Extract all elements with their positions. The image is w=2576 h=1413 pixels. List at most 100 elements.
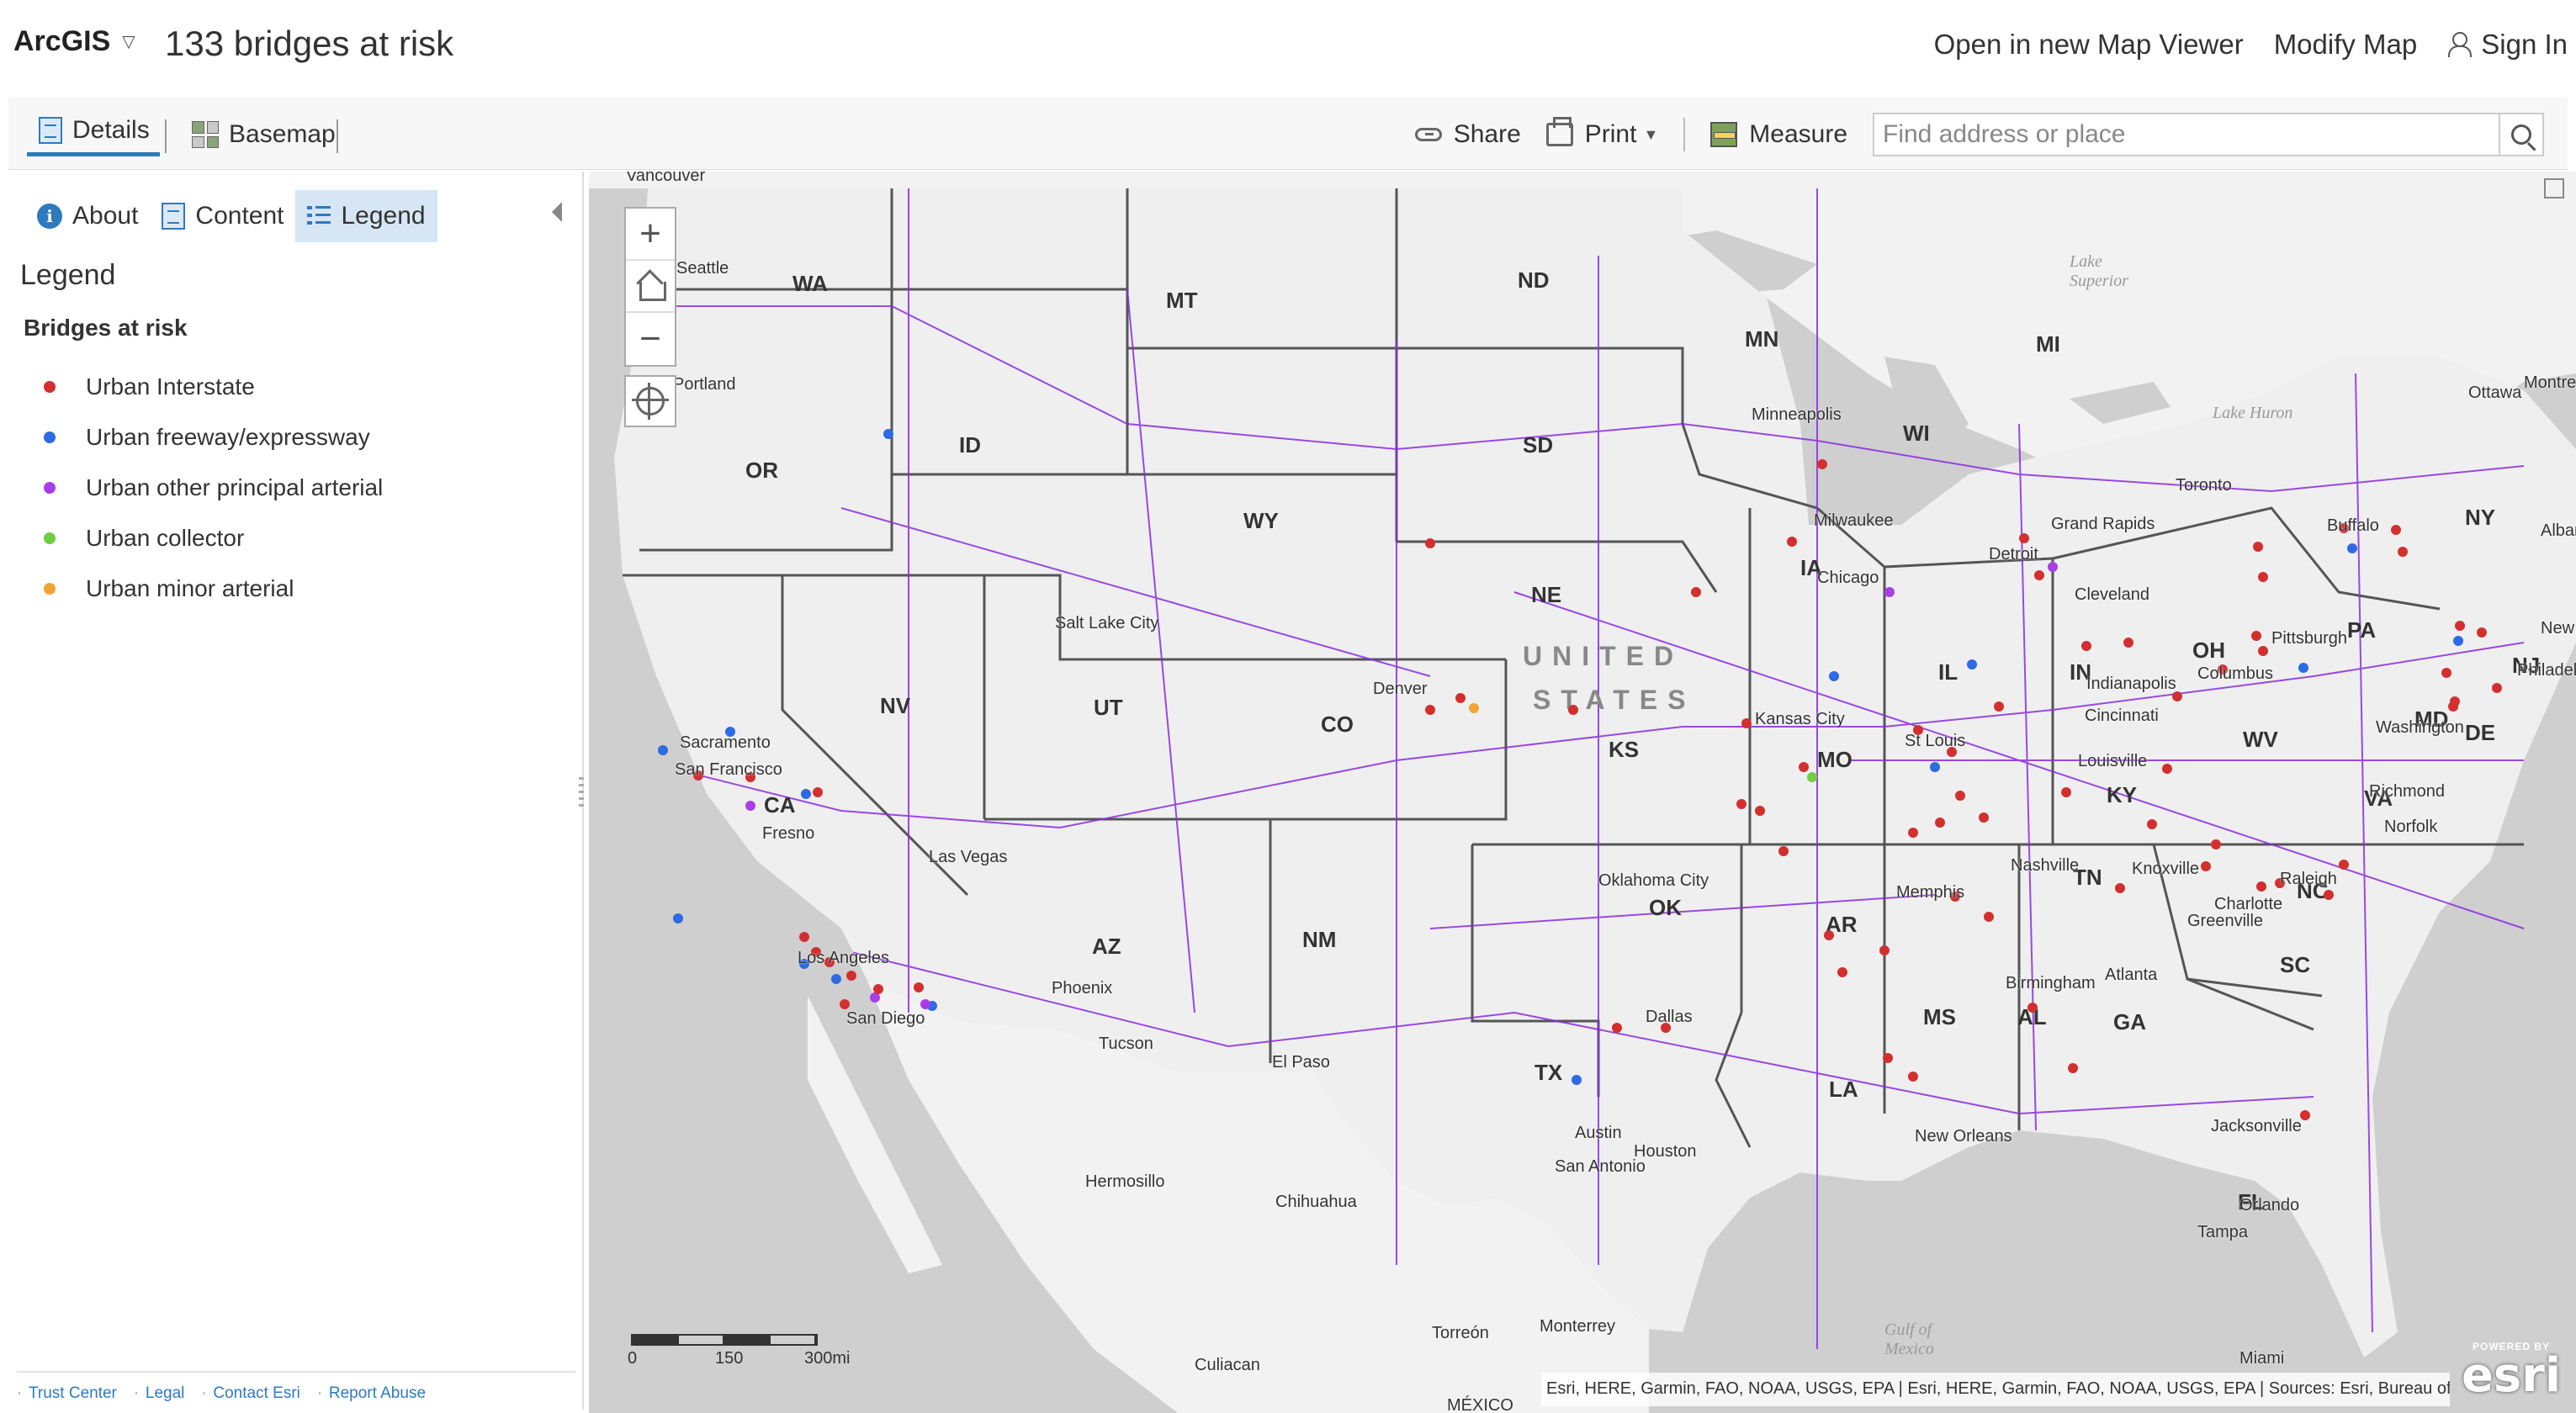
bridge-point[interactable] [883,429,893,439]
bridge-point[interactable] [846,971,856,981]
bridge-point[interactable] [2081,641,2091,651]
bridge-point[interactable] [840,999,850,1009]
bridge-point[interactable] [920,999,930,1009]
bridge-point[interactable] [873,984,883,994]
bridge-point[interactable] [1572,1075,1582,1085]
bridge-point[interactable] [1967,659,1977,669]
bridge-point[interactable] [2123,638,2133,648]
bridge-point[interactable] [1736,799,1746,809]
bridge-point[interactable] [2324,890,2334,900]
bridge-point[interactable] [1884,587,1895,597]
bridge-point[interactable] [831,974,841,984]
bridge-point[interactable] [2339,860,2349,870]
bridge-point[interactable] [2441,668,2451,678]
bridge-point[interactable] [1829,671,1839,681]
bridge-point[interactable] [801,789,811,799]
bridge-point[interactable] [2034,570,2044,580]
search-button[interactable] [2499,114,2542,155]
bridge-point[interactable] [1807,772,1817,782]
bridge-point[interactable] [2048,562,2058,572]
open-in-map-viewer-link[interactable]: Open in new Map Viewer [1934,29,2244,61]
bridge-point[interactable] [2253,542,2263,552]
bridge-point[interactable] [1908,1072,1918,1082]
bridge-point[interactable] [1837,967,1847,977]
bridge-point[interactable] [1691,587,1701,597]
sign-in-link[interactable]: Sign In [2447,29,2568,61]
collapse-panel-icon[interactable] [552,202,562,222]
expand-map-icon[interactable] [2544,178,2564,198]
bridge-point[interactable] [1817,459,1827,469]
zoom-in-button[interactable]: + [626,209,675,261]
bridge-point[interactable] [2019,533,2029,543]
bridge-point[interactable] [1741,718,1752,728]
bridge-point[interactable] [2448,701,2458,712]
bridge-point[interactable] [2455,621,2465,631]
bridge-point[interactable] [1612,1023,1622,1033]
bridge-point[interactable] [1824,930,1834,940]
basemap-button[interactable]: Basemap [183,113,336,156]
bridge-point[interactable] [1425,705,1435,715]
bridge-point[interactable] [2298,663,2308,673]
bridge-point[interactable] [1455,693,1466,703]
bridge-point[interactable] [2162,764,2172,774]
bridge-point[interactable] [2115,883,2125,893]
bridge-point[interactable] [2477,627,2487,638]
bridge-point[interactable] [1879,945,1890,955]
bridge-point[interactable] [2147,819,2157,829]
bridge-point[interactable] [813,787,823,797]
bridge-point[interactable] [2251,631,2261,641]
locate-button[interactable] [624,375,676,427]
tab-about[interactable]: i About [25,190,150,242]
bridge-point[interactable] [1469,703,1479,713]
zoom-out-button[interactable]: − [626,313,675,365]
bridge-point[interactable] [2211,839,2221,849]
search-input[interactable] [1874,114,2499,155]
details-tab[interactable]: Details [27,113,160,156]
bridge-point[interactable] [1568,705,1578,715]
bridge-point[interactable] [1979,812,1989,823]
bridge-point[interactable] [1984,912,1994,922]
tab-legend[interactable]: Legend [295,190,437,242]
bridge-point[interactable] [1755,806,1765,816]
panel-resize-handle[interactable] [579,777,584,811]
bridge-point[interactable] [1778,846,1789,856]
default-extent-button[interactable] [626,261,675,313]
bridge-point[interactable] [2068,1063,2078,1073]
bridge-point[interactable] [2398,547,2408,557]
map-view[interactable]: UNITED STATES WA MT ND MN OR ID SD WY WI MI NE IA NV… [589,172,2576,1413]
bridge-point[interactable] [1883,1053,1893,1063]
bridge-point[interactable] [1908,828,1918,838]
bridge-point[interactable] [658,745,668,755]
report-abuse-link[interactable]: Report Abuse [317,1384,443,1403]
measure-button[interactable]: Measure [1710,120,1847,149]
bridge-point[interactable] [799,932,809,942]
bridge-point[interactable] [1425,538,1435,548]
legal-link[interactable]: Legal [134,1384,202,1403]
bridge-point[interactable] [1935,818,1945,828]
contact-esri-link[interactable]: Contact Esri [201,1384,316,1403]
bridge-point[interactable] [2492,683,2502,693]
bridge-point[interactable] [1955,791,1965,801]
bridge-point[interactable] [1930,762,1940,772]
bridge-point[interactable] [1787,537,1797,547]
bridge-point[interactable] [673,913,683,923]
bridge-point[interactable] [2258,572,2268,582]
esri-logo[interactable]: POWERED BY esri [2457,1341,2566,1408]
share-button[interactable]: Share [1414,120,1521,149]
bridge-point[interactable] [1994,701,2004,712]
bridge-point[interactable] [2201,861,2211,871]
bridge-point[interactable] [914,982,924,992]
bridge-point[interactable] [2027,1003,2038,1013]
bridge-point[interactable] [2258,646,2268,656]
bridge-point[interactable] [1799,762,1809,772]
tab-content[interactable]: Content [150,190,295,242]
bridge-point[interactable] [2453,636,2463,646]
trust-center-link[interactable]: Trust Center [17,1384,134,1403]
bridge-point[interactable] [745,801,755,811]
bridge-point[interactable] [2347,543,2357,553]
bridge-point[interactable] [2391,525,2401,535]
bridge-point[interactable] [2061,787,2071,797]
arcgis-brand-menu[interactable]: ArcGIS ▽ [13,25,135,58]
bridge-point[interactable] [2256,881,2266,892]
print-button[interactable]: Print ▼ [1545,117,1658,149]
